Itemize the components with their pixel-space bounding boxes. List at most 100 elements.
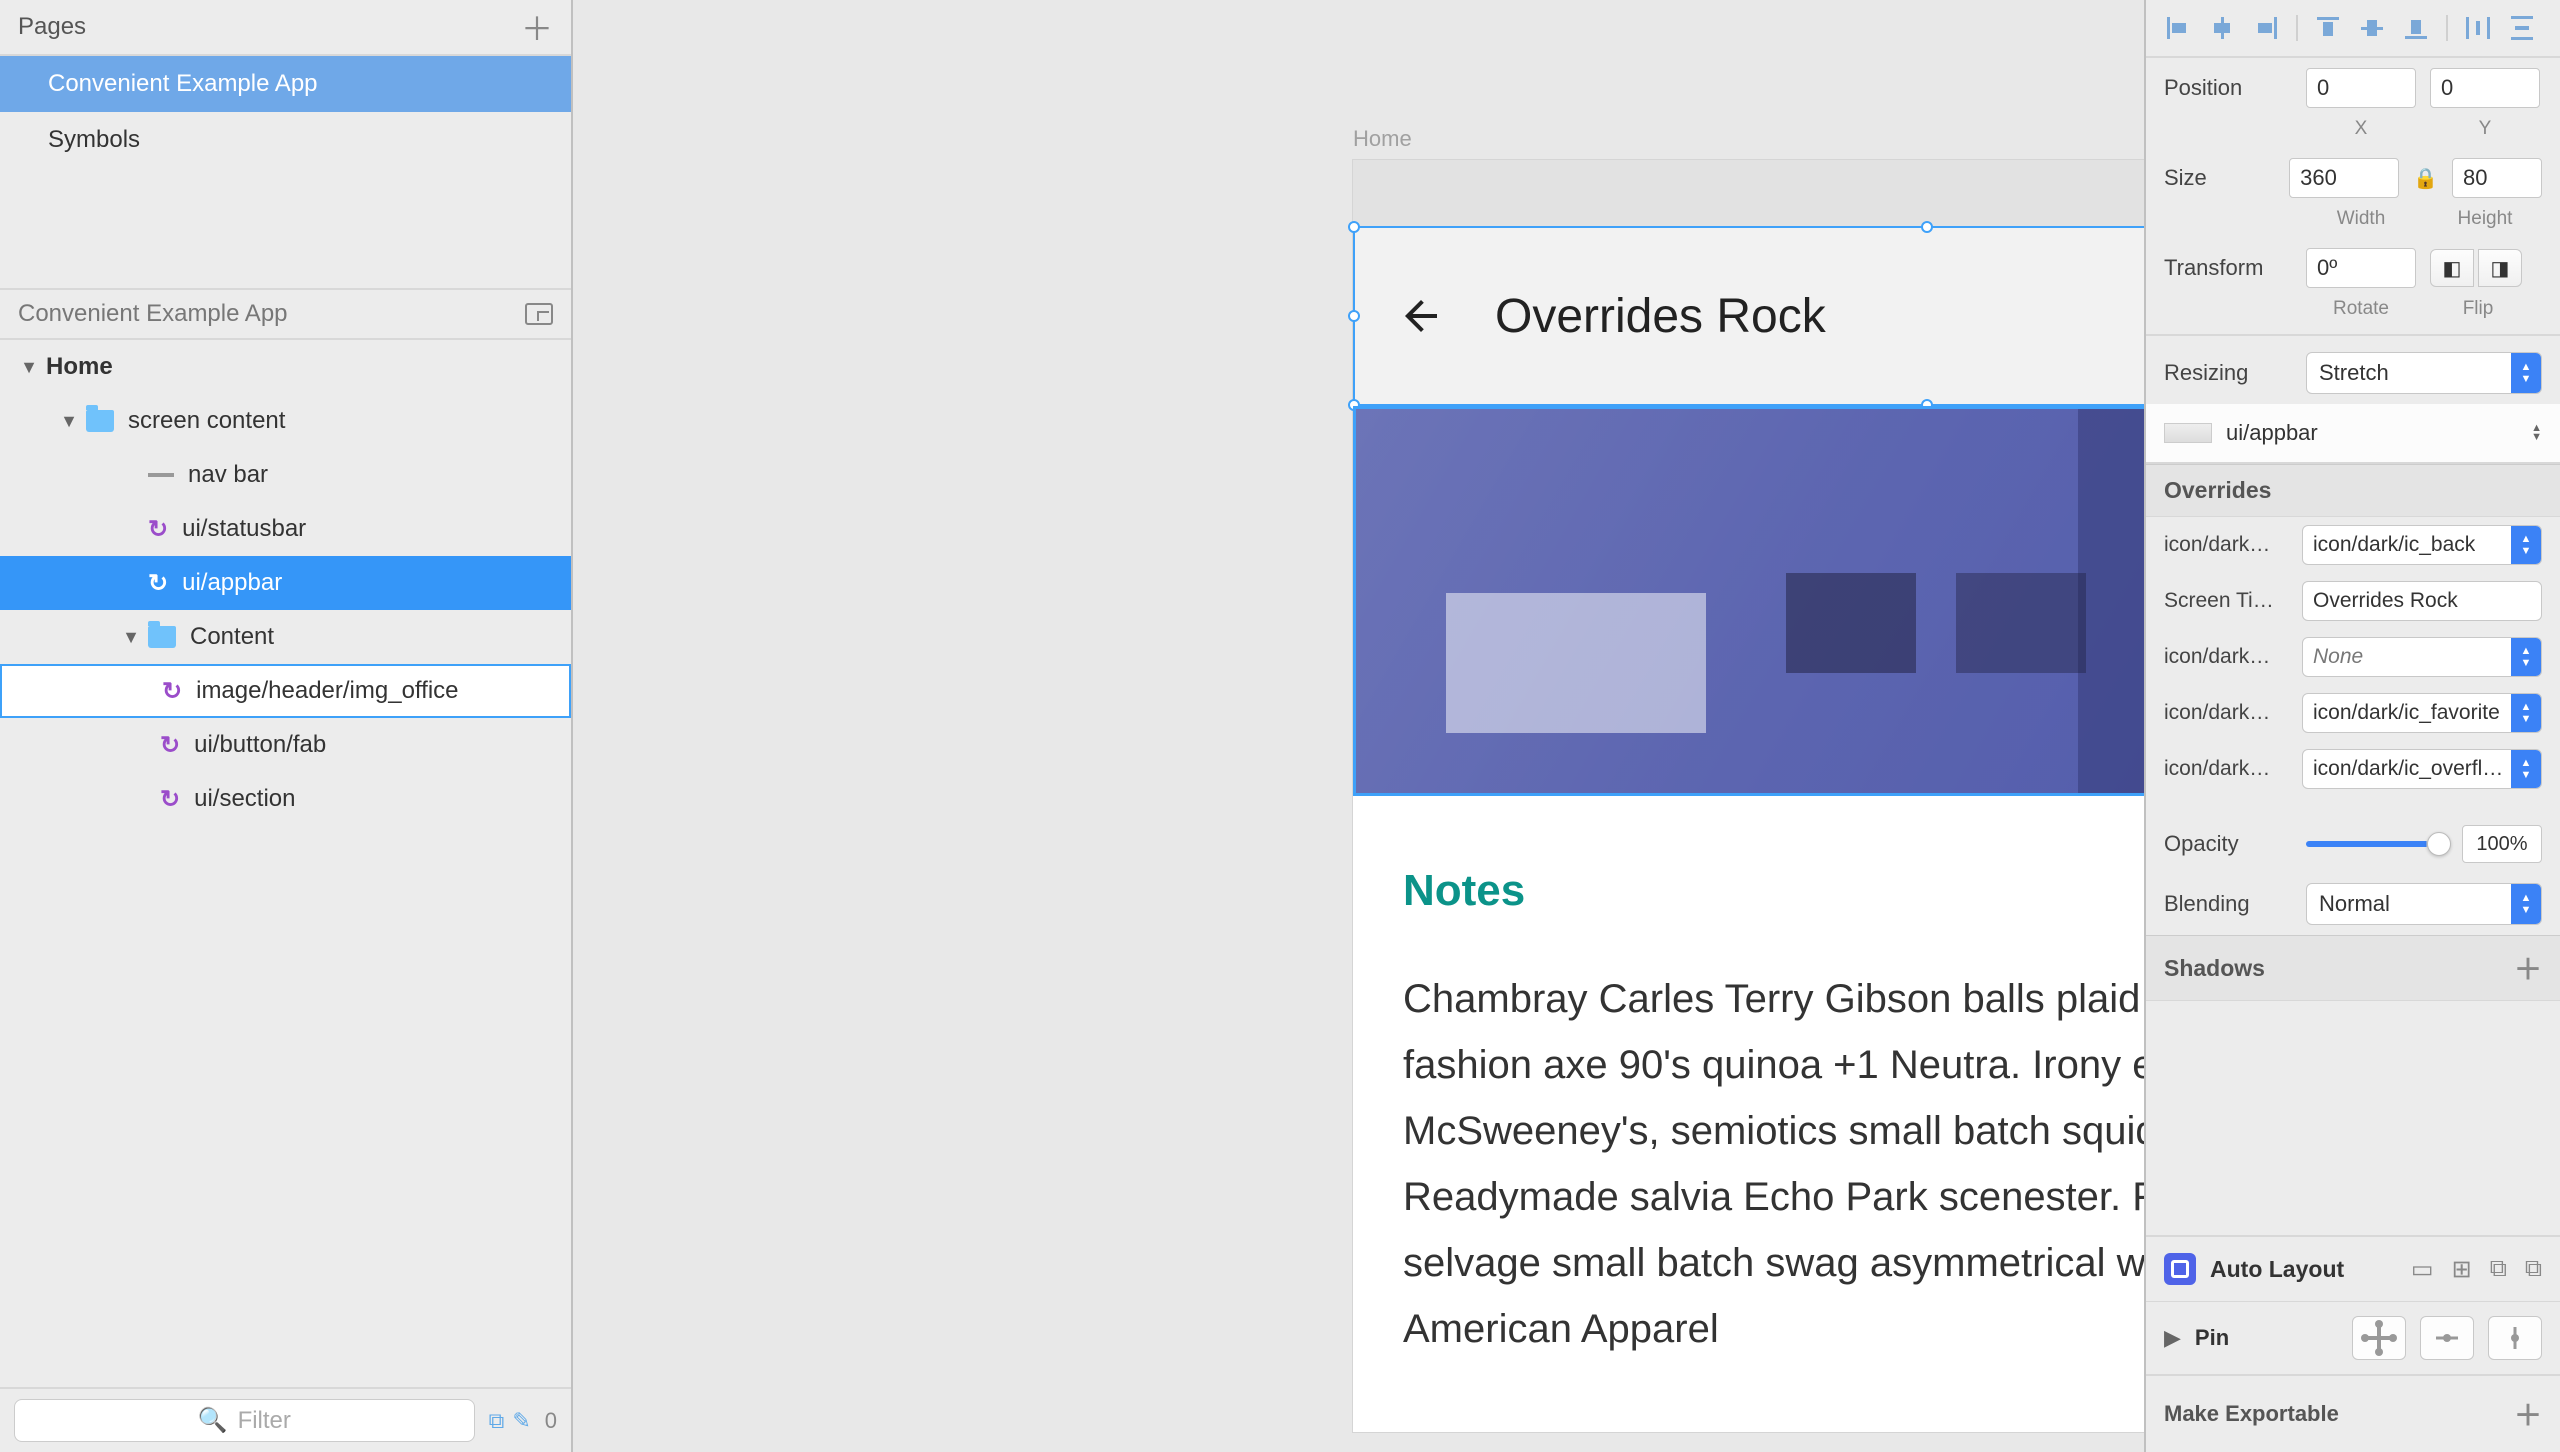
width-input[interactable]: 360 — [2289, 158, 2399, 198]
canvas[interactable]: Home 12:30 — [573, 0, 2144, 1452]
distribute-h-icon[interactable] — [2464, 14, 2492, 42]
filter-count: 0 — [545, 1408, 557, 1434]
add-export-button[interactable]: ＋ — [2514, 1394, 2542, 1434]
align-top-icon[interactable] — [2314, 14, 2342, 42]
pos-y-input[interactable]: 0 — [2430, 68, 2540, 108]
layer-label: image/header/img_office — [196, 677, 458, 705]
mobile-appbar[interactable]: Overrides Rock — [1353, 226, 2144, 406]
layer-label: ui/section — [194, 785, 295, 813]
pin-center-control[interactable] — [2488, 1316, 2542, 1360]
appbar-title: Overrides Rock — [1495, 289, 2144, 344]
pos-x-input[interactable]: 0 — [2306, 68, 2416, 108]
layer-row-symbol[interactable]: ↻ ui/statusbar — [0, 502, 571, 556]
override-select[interactable]: None▲▼ — [2302, 637, 2542, 677]
header-image[interactable]: NE·PAPER LDING & RO PAPER — [1353, 406, 2144, 796]
chevron-right-icon[interactable]: ▶ — [2164, 1325, 2181, 1351]
layer-list: ▼ Home ▼ screen content nav bar ↻ ui/sta… — [0, 340, 571, 1387]
symbol-name: ui/appbar — [2226, 420, 2318, 446]
layer-label: ui/appbar — [182, 569, 282, 597]
add-shadow-button[interactable]: ＋ — [2514, 948, 2542, 988]
layer-row-symbol-highlighted[interactable]: ↻ image/header/img_office — [0, 664, 571, 718]
rectangle-icon — [148, 473, 174, 477]
align-bottom-icon[interactable] — [2402, 14, 2430, 42]
symbol-icon: ↻ — [148, 569, 168, 598]
layer-label: Home — [46, 353, 113, 381]
override-select[interactable]: icon/dark/ic_overfl…▲▼ — [2302, 749, 2542, 789]
resizing-select[interactable]: Stretch ▲▼ — [2306, 352, 2542, 394]
opacity-slider[interactable] — [2306, 841, 2448, 847]
flip-v-button[interactable]: ◨ — [2478, 249, 2522, 287]
transform-row: Transform 0º ◧ ◨ — [2146, 238, 2560, 298]
height-input[interactable]: 80 — [2452, 158, 2542, 198]
devices-icon[interactable]: ⧉ — [2490, 1255, 2507, 1284]
chevron-down-icon[interactable]: ▼ — [58, 411, 80, 432]
folder-icon — [148, 626, 176, 648]
pin-size-control[interactable] — [2420, 1316, 2474, 1360]
override-row: icon/dark…None▲▼ — [2146, 629, 2560, 685]
pin-edges-control[interactable] — [2352, 1316, 2406, 1360]
layer-row-group[interactable]: ▼ screen content — [0, 394, 571, 448]
override-select[interactable]: icon/dark/ic_favorite▲▼ — [2302, 693, 2542, 733]
folder-outline-icon[interactable]: ▭ — [2411, 1255, 2434, 1284]
layer-row-symbol[interactable]: ↻ ui/section — [0, 772, 571, 826]
layers-header: Convenient Example App — [0, 288, 571, 340]
align-vcenter-icon[interactable] — [2358, 14, 2386, 42]
pencil-icon[interactable]: ✎ — [512, 1408, 530, 1434]
layers-doc-title: Convenient Example App — [18, 300, 288, 328]
folder-icon — [86, 410, 114, 432]
override-select[interactable]: icon/dark/ic_back▲▼ — [2302, 525, 2542, 565]
layer-row-symbol[interactable]: ↻ ui/button/fab — [0, 718, 571, 772]
page-item-active[interactable]: Convenient Example App — [0, 56, 571, 112]
selection-handle[interactable] — [1921, 221, 1933, 233]
lock-icon[interactable]: 🔒 — [2413, 166, 2438, 191]
inspector-panel: Position 0 0 XY Size 360 🔒 80 WidthHeigh… — [2144, 0, 2560, 1452]
make-exportable-row[interactable]: Make Exportable ＋ — [2146, 1374, 2560, 1452]
symbol-icon: ↻ — [160, 731, 180, 760]
blending-select[interactable]: Normal ▲▼ — [2306, 883, 2542, 925]
chevron-down-icon[interactable]: ▼ — [18, 357, 40, 378]
layer-row-symbol-selected[interactable]: ↻ ui/appbar — [0, 556, 571, 610]
selection-handle[interactable] — [1348, 310, 1360, 322]
layer-row-group[interactable]: ▼ Content — [0, 610, 571, 664]
override-row: icon/dark…icon/dark/ic_favorite▲▼ — [2146, 685, 2560, 741]
back-arrow-icon — [1397, 292, 1445, 340]
filter-tools[interactable]: ⧉ ✎ — [489, 1408, 531, 1434]
align-right-icon[interactable] — [2252, 14, 2280, 42]
copy-icon[interactable]: ⧉ — [489, 1408, 505, 1434]
pin-label: Pin — [2195, 1325, 2229, 1351]
selection-handle[interactable] — [1348, 221, 1360, 233]
override-label: Screen Ti… — [2164, 589, 2292, 613]
auto-layout-row: Auto Layout ▭ ⊞ ⧉ ⧉ — [2146, 1235, 2560, 1301]
select-caret-icon: ▲▼ — [2511, 694, 2541, 732]
size-row: Size 360 🔒 80 — [2146, 148, 2560, 208]
mobile-statusbar: 12:30 — [1353, 160, 2144, 226]
override-text-input[interactable]: Overrides Rock — [2302, 581, 2542, 621]
align-toolbar — [2146, 0, 2560, 58]
chevron-down-icon[interactable]: ▼ — [120, 627, 142, 648]
opacity-value[interactable]: 100% — [2462, 825, 2542, 863]
align-hcenter-icon[interactable] — [2208, 14, 2236, 42]
layer-row[interactable]: nav bar — [0, 448, 571, 502]
search-icon: 🔍 — [198, 1406, 228, 1435]
rotate-input[interactable]: 0º — [2306, 248, 2416, 288]
page-item-symbols[interactable]: Symbols — [0, 112, 571, 168]
artboard[interactable]: 12:30 Overrides Rock — [1353, 160, 2144, 1432]
distribute-v-icon[interactable] — [2508, 14, 2536, 42]
stack-icon[interactable]: ⧉ — [2525, 1255, 2542, 1284]
artboard-label[interactable]: Home — [1353, 126, 1412, 152]
filter-bar: 🔍 Filter ⧉ ✎ 0 — [0, 1387, 571, 1452]
layers-view-toggle-icon[interactable] — [525, 303, 553, 325]
symbol-master-row[interactable]: ui/appbar ▲▼ — [2146, 404, 2560, 464]
updown-icon[interactable]: ▲▼ — [2531, 424, 2542, 442]
flip-h-button[interactable]: ◧ — [2430, 249, 2474, 287]
pages-title: Pages — [18, 13, 86, 41]
filter-input[interactable]: 🔍 Filter — [14, 1399, 475, 1442]
filter-placeholder: Filter — [238, 1407, 291, 1435]
symbol-icon: ↻ — [162, 677, 182, 706]
grid-icon[interactable]: ⊞ — [2452, 1255, 2472, 1284]
opacity-row: Opacity 100% — [2146, 815, 2560, 873]
layer-row-artboard[interactable]: ▼ Home — [0, 340, 571, 394]
align-left-icon[interactable] — [2164, 14, 2192, 42]
add-page-button[interactable]: ＋ — [521, 4, 553, 50]
layer-label: nav bar — [188, 461, 268, 489]
